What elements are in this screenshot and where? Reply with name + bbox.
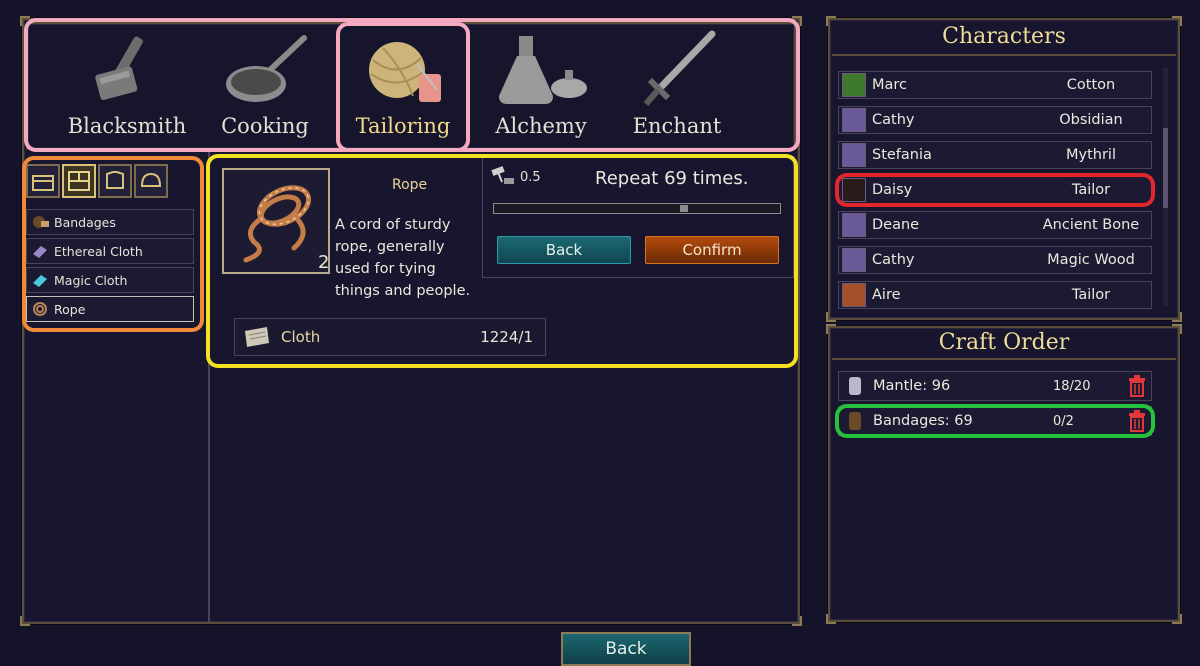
item-quantity: 2: [318, 252, 330, 273]
item-image: [222, 168, 330, 274]
character-job: Cotton: [1066, 77, 1116, 93]
material-count: 1224/1: [480, 328, 533, 346]
order-name: Mantle: 96: [873, 378, 951, 394]
helmet-icon: [140, 172, 162, 187]
subtab-chest[interactable]: [26, 164, 60, 198]
characters-panel: [826, 16, 1182, 322]
craft-order-row[interactable]: Mantle: 96 18/20: [838, 371, 1152, 401]
material-name: Cloth: [281, 328, 321, 346]
character-name: Stefania: [872, 147, 932, 163]
recipe-magic-cloth[interactable]: Magic Cloth: [26, 267, 194, 293]
hammer-icon: [62, 30, 192, 108]
character-row[interactable]: Aire Tailor: [838, 281, 1152, 309]
craft-time: 0.5: [520, 170, 541, 185]
avatar: [842, 248, 866, 272]
confirm-button[interactable]: Confirm: [645, 236, 779, 264]
item-name: Rope: [392, 177, 428, 193]
character-job: Mythril: [1066, 147, 1116, 163]
back-button[interactable]: Back: [497, 236, 631, 264]
slider-handle[interactable]: [680, 205, 689, 212]
character-row[interactable]: Deane Ancient Bone: [838, 211, 1152, 239]
recipe-label: Bandages: [54, 214, 116, 230]
scroll-icon: [241, 323, 273, 351]
character-name: Deane: [872, 217, 920, 233]
character-row[interactable]: Daisy Tailor: [838, 176, 1152, 204]
character-row[interactable]: Stefania Mythril: [838, 141, 1152, 169]
flask-icon: [476, 30, 606, 108]
hammer-time-icon: [490, 164, 516, 190]
order-progress: 0/2: [1053, 413, 1074, 429]
avatar: [842, 108, 866, 132]
layout-icon: [68, 171, 90, 191]
material-row: Cloth 1224/1: [234, 318, 546, 356]
sidebar-divider: [208, 152, 210, 622]
category-alchemy[interactable]: Alchemy: [476, 30, 606, 150]
subtab-armor[interactable]: [98, 164, 132, 198]
subtab-helmet[interactable]: [134, 164, 168, 198]
subtab-layout[interactable]: [62, 164, 96, 198]
bandage-icon: [843, 409, 867, 433]
character-name: Cathy: [872, 112, 915, 128]
yarn-ball-icon: [338, 30, 468, 108]
recipe-bandages[interactable]: Bandages: [26, 209, 194, 235]
order-name: Bandages: 69: [873, 413, 973, 429]
category-enchant[interactable]: Enchant: [612, 30, 742, 150]
recipe-label: Rope: [54, 301, 86, 317]
character-name: Aire: [872, 287, 901, 303]
craft-order-title: Craft Order: [938, 330, 1070, 355]
item-description: A cord of sturdy rope, generally used fo…: [335, 217, 471, 299]
trash-icon[interactable]: [1123, 375, 1151, 397]
sword-icon: [612, 30, 742, 108]
category-tailoring[interactable]: Tailoring: [338, 30, 468, 150]
character-job: Tailor: [1071, 287, 1111, 303]
trash-icon[interactable]: [1123, 410, 1151, 432]
avatar: [842, 178, 866, 202]
recipe-rope[interactable]: Rope: [26, 296, 194, 322]
character-name: Marc: [872, 77, 908, 93]
characters-scrollbar[interactable]: [1163, 68, 1168, 306]
rope-icon: [30, 299, 50, 319]
chest-icon: [32, 175, 54, 191]
mantle-icon: [843, 374, 867, 398]
characters-title: Characters: [942, 24, 1066, 49]
character-row[interactable]: Cathy Obsidian: [838, 106, 1152, 134]
category-cooking[interactable]: Cooking: [200, 30, 330, 150]
bandage-icon: [30, 212, 50, 232]
craft-order-row[interactable]: Bandages: 69 0/2: [838, 406, 1152, 436]
recipe-label: Ethereal Cloth: [54, 243, 143, 259]
category-blacksmith[interactable]: Blacksmith: [62, 30, 192, 150]
order-progress: 18/20: [1053, 378, 1091, 394]
recipe-label: Magic Cloth: [54, 272, 128, 288]
avatar: [842, 73, 866, 97]
armor-icon: [106, 171, 124, 189]
character-row[interactable]: Marc Cotton: [838, 71, 1152, 99]
character-row[interactable]: Cathy Magic Wood: [838, 246, 1152, 274]
character-job: Magic Wood: [1047, 252, 1135, 268]
character-name: Daisy: [872, 182, 913, 198]
repeat-text: Repeat 69 times.: [595, 168, 749, 189]
avatar: [842, 283, 866, 307]
character-job: Tailor: [1071, 182, 1111, 198]
bottom-back-button[interactable]: Back: [561, 632, 691, 666]
character-job: Ancient Bone: [1042, 217, 1140, 233]
character-name: Cathy: [872, 252, 915, 268]
scroll-thumb[interactable]: [1163, 128, 1168, 208]
rope-icon: [243, 185, 312, 263]
avatar: [842, 213, 866, 237]
repeat-slider[interactable]: [493, 203, 781, 214]
avatar: [842, 143, 866, 167]
recipe-ethereal-cloth[interactable]: Ethereal Cloth: [26, 238, 194, 264]
cloth-icon: [30, 241, 50, 261]
frying-pan-icon: [200, 30, 330, 108]
magic-cloth-icon: [30, 270, 50, 290]
character-job: Obsidian: [1059, 112, 1123, 128]
